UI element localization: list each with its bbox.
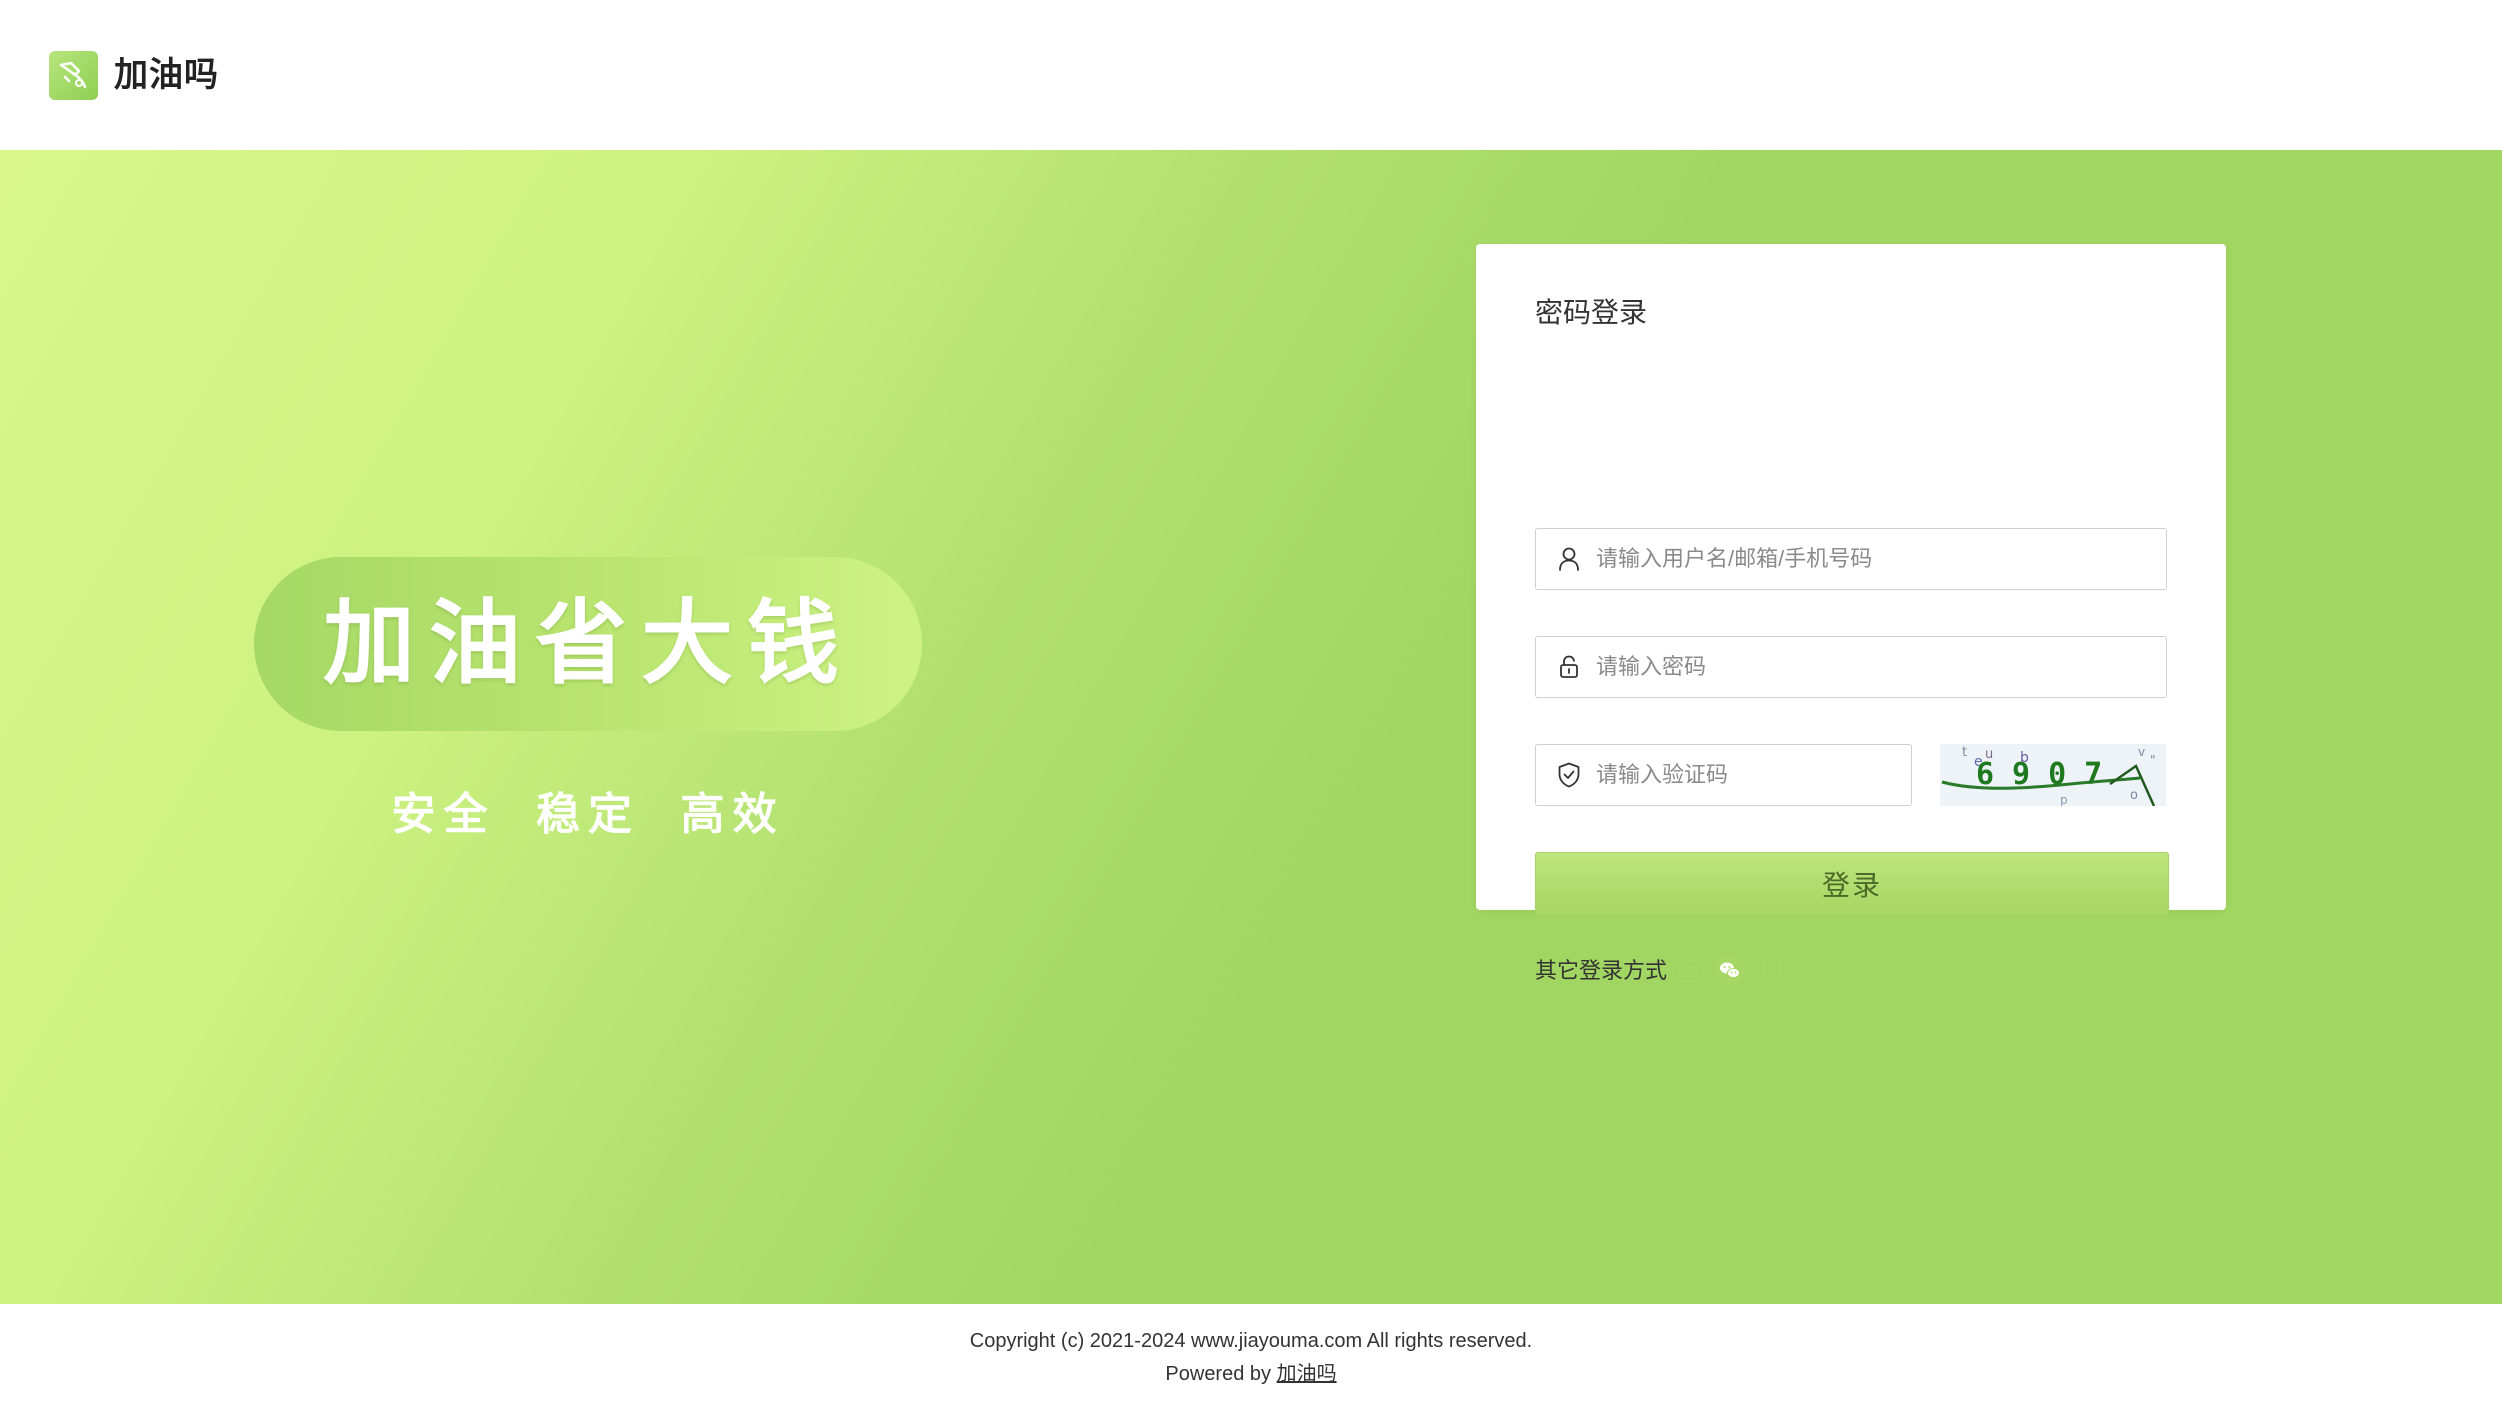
svg-text:p: p — [2060, 793, 2068, 806]
powered-by-link[interactable]: 加油吗 — [1277, 1363, 1337, 1385]
other-login-label: 其它登录方式 — [1535, 958, 1668, 983]
captcha-image[interactable]: t e u b v " o p 6907 — [1940, 744, 2166, 806]
slogan-title: 加油省大钱 — [322, 593, 853, 695]
password-field[interactable] — [1535, 636, 2167, 698]
svg-text:": " — [2150, 753, 2156, 767]
brand-name: 加油吗 — [114, 56, 219, 94]
lock-icon — [1560, 655, 1578, 678]
captcha-field[interactable] — [1535, 744, 1912, 806]
powered-prefix: Powered by — [1165, 1363, 1277, 1385]
password-input[interactable] — [1596, 637, 2156, 696]
mobile-phone-icon[interactable] — [1756, 954, 1788, 986]
slogan-subtitle: 安全 稳定 高效 — [391, 790, 785, 839]
username-field[interactable] — [1535, 528, 2167, 590]
slogan-pill: 加油省大钱 — [254, 557, 922, 731]
shield-check-icon — [1558, 762, 1580, 788]
username-input[interactable] — [1596, 529, 2156, 588]
login-form: t e u b v " o p 6907 登录 其它登录方式 — [1476, 244, 2226, 985]
user-icon — [1559, 547, 1579, 571]
page-footer: Copyright (c) 2021-2024 www.jiayouma.com… — [0, 1304, 2502, 1416]
svg-text:t: t — [1962, 745, 1967, 760]
alt-login-lock-icon[interactable] — [1672, 954, 1704, 986]
top-header: 加油吗 — [0, 0, 2502, 150]
svg-text:o: o — [2130, 788, 2138, 803]
powered-by: Powered by 加油吗 — [0, 1361, 2502, 1387]
login-button[interactable]: 登录 — [1535, 852, 2169, 915]
captcha-input[interactable] — [1596, 745, 1901, 804]
fuel-nozzle-icon — [59, 61, 87, 89]
wechat-icon[interactable] — [1714, 954, 1746, 986]
copyright-text: Copyright (c) 2021-2024 www.jiayouma.com… — [969, 1330, 1533, 1352]
captcha-text: 6907 — [1976, 757, 2120, 792]
logo[interactable] — [49, 51, 98, 100]
svg-text:v: v — [2138, 745, 2145, 759]
